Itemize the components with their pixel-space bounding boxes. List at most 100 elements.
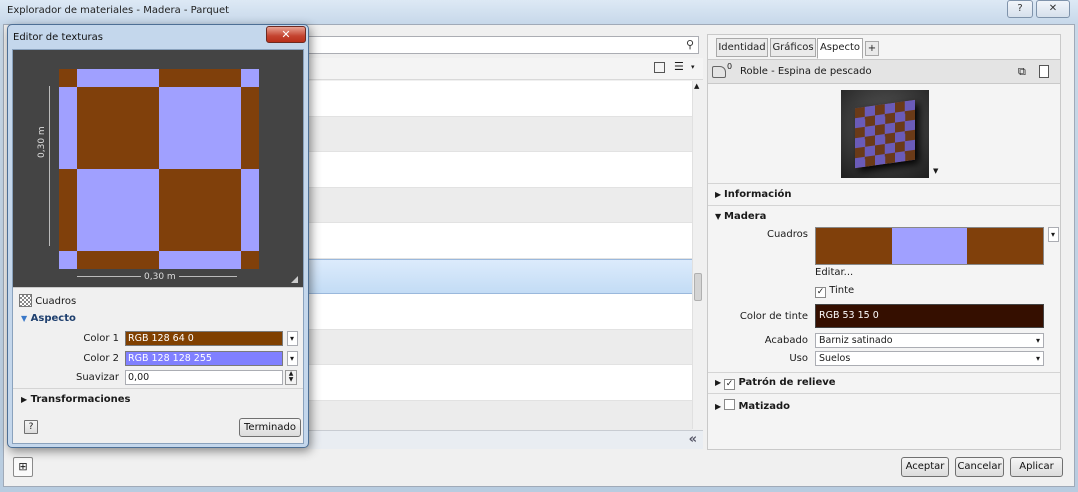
suavizar-input[interactable]: 0,00 [125, 370, 283, 385]
view-toggle-icon[interactable] [654, 62, 665, 73]
width-dimension-label: 0,30 m [141, 272, 179, 282]
window-title: Explorador de materiales - Madera - Parq… [7, 5, 230, 16]
divider [13, 287, 303, 288]
cuadros-label: Cuadros [766, 229, 808, 240]
section-patron-relieve[interactable]: ▶ ✓ Patrón de relieve [715, 377, 836, 390]
list-item[interactable] [306, 116, 692, 152]
expand-icon: ▶ [715, 378, 722, 387]
copy-icon[interactable] [1039, 65, 1049, 78]
list-item[interactable] [306, 223, 692, 259]
done-button[interactable]: Terminado [239, 418, 301, 437]
section-transformaciones[interactable]: ▶ Transformaciones [21, 394, 131, 405]
divider [708, 183, 1060, 184]
texture-help-button[interactable]: ? [24, 420, 38, 434]
swatch-segment [891, 228, 968, 264]
color1-label: Color 1 [83, 333, 119, 344]
cancel-button[interactable]: Cancelar [955, 457, 1004, 477]
chevron-down-icon: ▾ [1035, 336, 1040, 345]
section-matizado[interactable]: ▶ Matizado [715, 399, 790, 412]
title-bar: Explorador de materiales - Madera - Parq… [0, 0, 1078, 24]
list-item[interactable] [306, 152, 692, 188]
texture-type-row: Cuadros [19, 294, 76, 307]
color1-dropdown[interactable]: ▾ [287, 331, 298, 346]
texture-editor-window: Editor de texturas ✕ 0,30 m 0,30 m Cuadr… [7, 24, 309, 448]
tab-aspecto[interactable]: Aspecto [817, 38, 863, 59]
chevron-down-icon[interactable]: ▼ [933, 167, 938, 175]
cuadros-options-dropdown[interactable]: ▾ [1048, 227, 1059, 242]
height-dimension-label: 0,30 m [37, 126, 47, 158]
color1-swatch[interactable]: RGB 128 64 0 [125, 331, 283, 346]
texture-canvas[interactable]: 0,30 m 0,30 m [13, 50, 303, 287]
search-input[interactable]: ⚲ [306, 36, 699, 54]
list-item[interactable] [306, 81, 692, 117]
list-options-icon[interactable]: ☰ [674, 60, 684, 73]
list-item-selected[interactable] [306, 258, 692, 294]
matizado-checkbox[interactable] [724, 399, 735, 410]
material-preview[interactable] [841, 90, 929, 178]
suavizar-spinner[interactable]: ▲ ▼ [285, 370, 297, 385]
material-list [306, 81, 692, 436]
tinte-checkbox[interactable]: ✓ [815, 287, 826, 298]
section-madera[interactable]: ▼ Madera [715, 211, 766, 222]
tab-graficos[interactable]: Gráficos [770, 38, 816, 57]
resize-grip-icon[interactable] [291, 276, 298, 283]
add-tab-button[interactable]: + [865, 41, 879, 56]
list-footer: « [306, 430, 703, 449]
list-item[interactable] [306, 365, 692, 401]
chevron-down-icon[interactable]: ▾ [691, 63, 695, 71]
expand-icon: ▶ [715, 190, 722, 199]
list-scrollbar[interactable]: ▲ [692, 81, 703, 429]
uso-label: Uso [789, 353, 808, 364]
divider [708, 372, 1060, 373]
uso-dropdown[interactable]: Suelos ▾ [815, 351, 1044, 366]
preview-cube [855, 99, 915, 169]
section-informacion[interactable]: ▶ Información [715, 189, 792, 200]
chevron-down-icon: ▾ [1035, 354, 1040, 363]
list-item[interactable] [306, 294, 692, 330]
swatch-segment [816, 228, 892, 264]
divider [13, 388, 303, 389]
tab-identidad[interactable]: Identidad [716, 38, 768, 57]
list-toolbar: ☰ ▾ [306, 58, 703, 80]
material-editor-panel: Identidad Gráficos Aspecto + 0 Roble - E… [707, 34, 1061, 450]
height-dimension-line [49, 86, 50, 246]
material-library-icon[interactable]: ⊞ [13, 457, 33, 477]
expand-icon: ▶ [21, 395, 28, 404]
color2-swatch[interactable]: RGB 128 128 255 [125, 351, 283, 366]
help-button[interactable]: ? [1007, 0, 1033, 18]
close-texture-editor-button[interactable]: ✕ [266, 26, 306, 43]
patron-checkbox[interactable]: ✓ [724, 379, 735, 390]
suavizar-label: Suavizar [76, 372, 119, 383]
hand-icon [712, 66, 726, 78]
color2-label: Color 2 [83, 353, 119, 364]
collapse-icon: ▼ [715, 212, 722, 221]
chevron-down-icon: ▾ [1050, 230, 1055, 239]
acabado-dropdown[interactable]: Barniz satinado ▾ [815, 333, 1044, 348]
tinte-checkbox-row[interactable]: ✓ Tinte [815, 285, 854, 298]
editar-link[interactable]: Editar... [815, 267, 853, 278]
color-tinte-swatch[interactable]: RGB 53 15 0 [815, 304, 1044, 328]
section-aspecto[interactable]: ▼ Aspecto [21, 313, 76, 324]
material-name: Roble - Espina de pescado [740, 66, 872, 77]
list-item[interactable] [306, 187, 692, 223]
scroll-up-icon[interactable]: ▲ [694, 82, 699, 90]
collapse-panel-button[interactable]: « [689, 432, 697, 447]
checker-pattern [59, 69, 259, 269]
color2-dropdown[interactable]: ▾ [287, 351, 298, 366]
tinte-label: Tinte [829, 285, 855, 296]
texture-editor-body: 0,30 m 0,30 m Cuadros ▼ Aspecto Color 1 … [12, 49, 304, 444]
collapse-icon: ▼ [21, 314, 28, 323]
list-item[interactable] [306, 329, 692, 365]
accept-button[interactable]: Aceptar [901, 457, 949, 477]
divider [708, 393, 1060, 394]
cuadros-texture-swatch[interactable] [815, 227, 1044, 265]
checker-icon [19, 294, 32, 307]
scrollbar-thumb[interactable] [694, 273, 702, 301]
apply-button[interactable]: Aplicar [1010, 457, 1063, 477]
color-tinte-label: Color de tinte [739, 311, 808, 322]
chevron-down-icon: ▾ [289, 354, 294, 363]
texture-editor-title: Editor de texturas [13, 32, 103, 43]
duplicate-icon[interactable]: ⧉ [1018, 65, 1026, 79]
usage-count: 0 [727, 62, 733, 71]
close-window-button[interactable]: ✕ [1036, 0, 1070, 18]
